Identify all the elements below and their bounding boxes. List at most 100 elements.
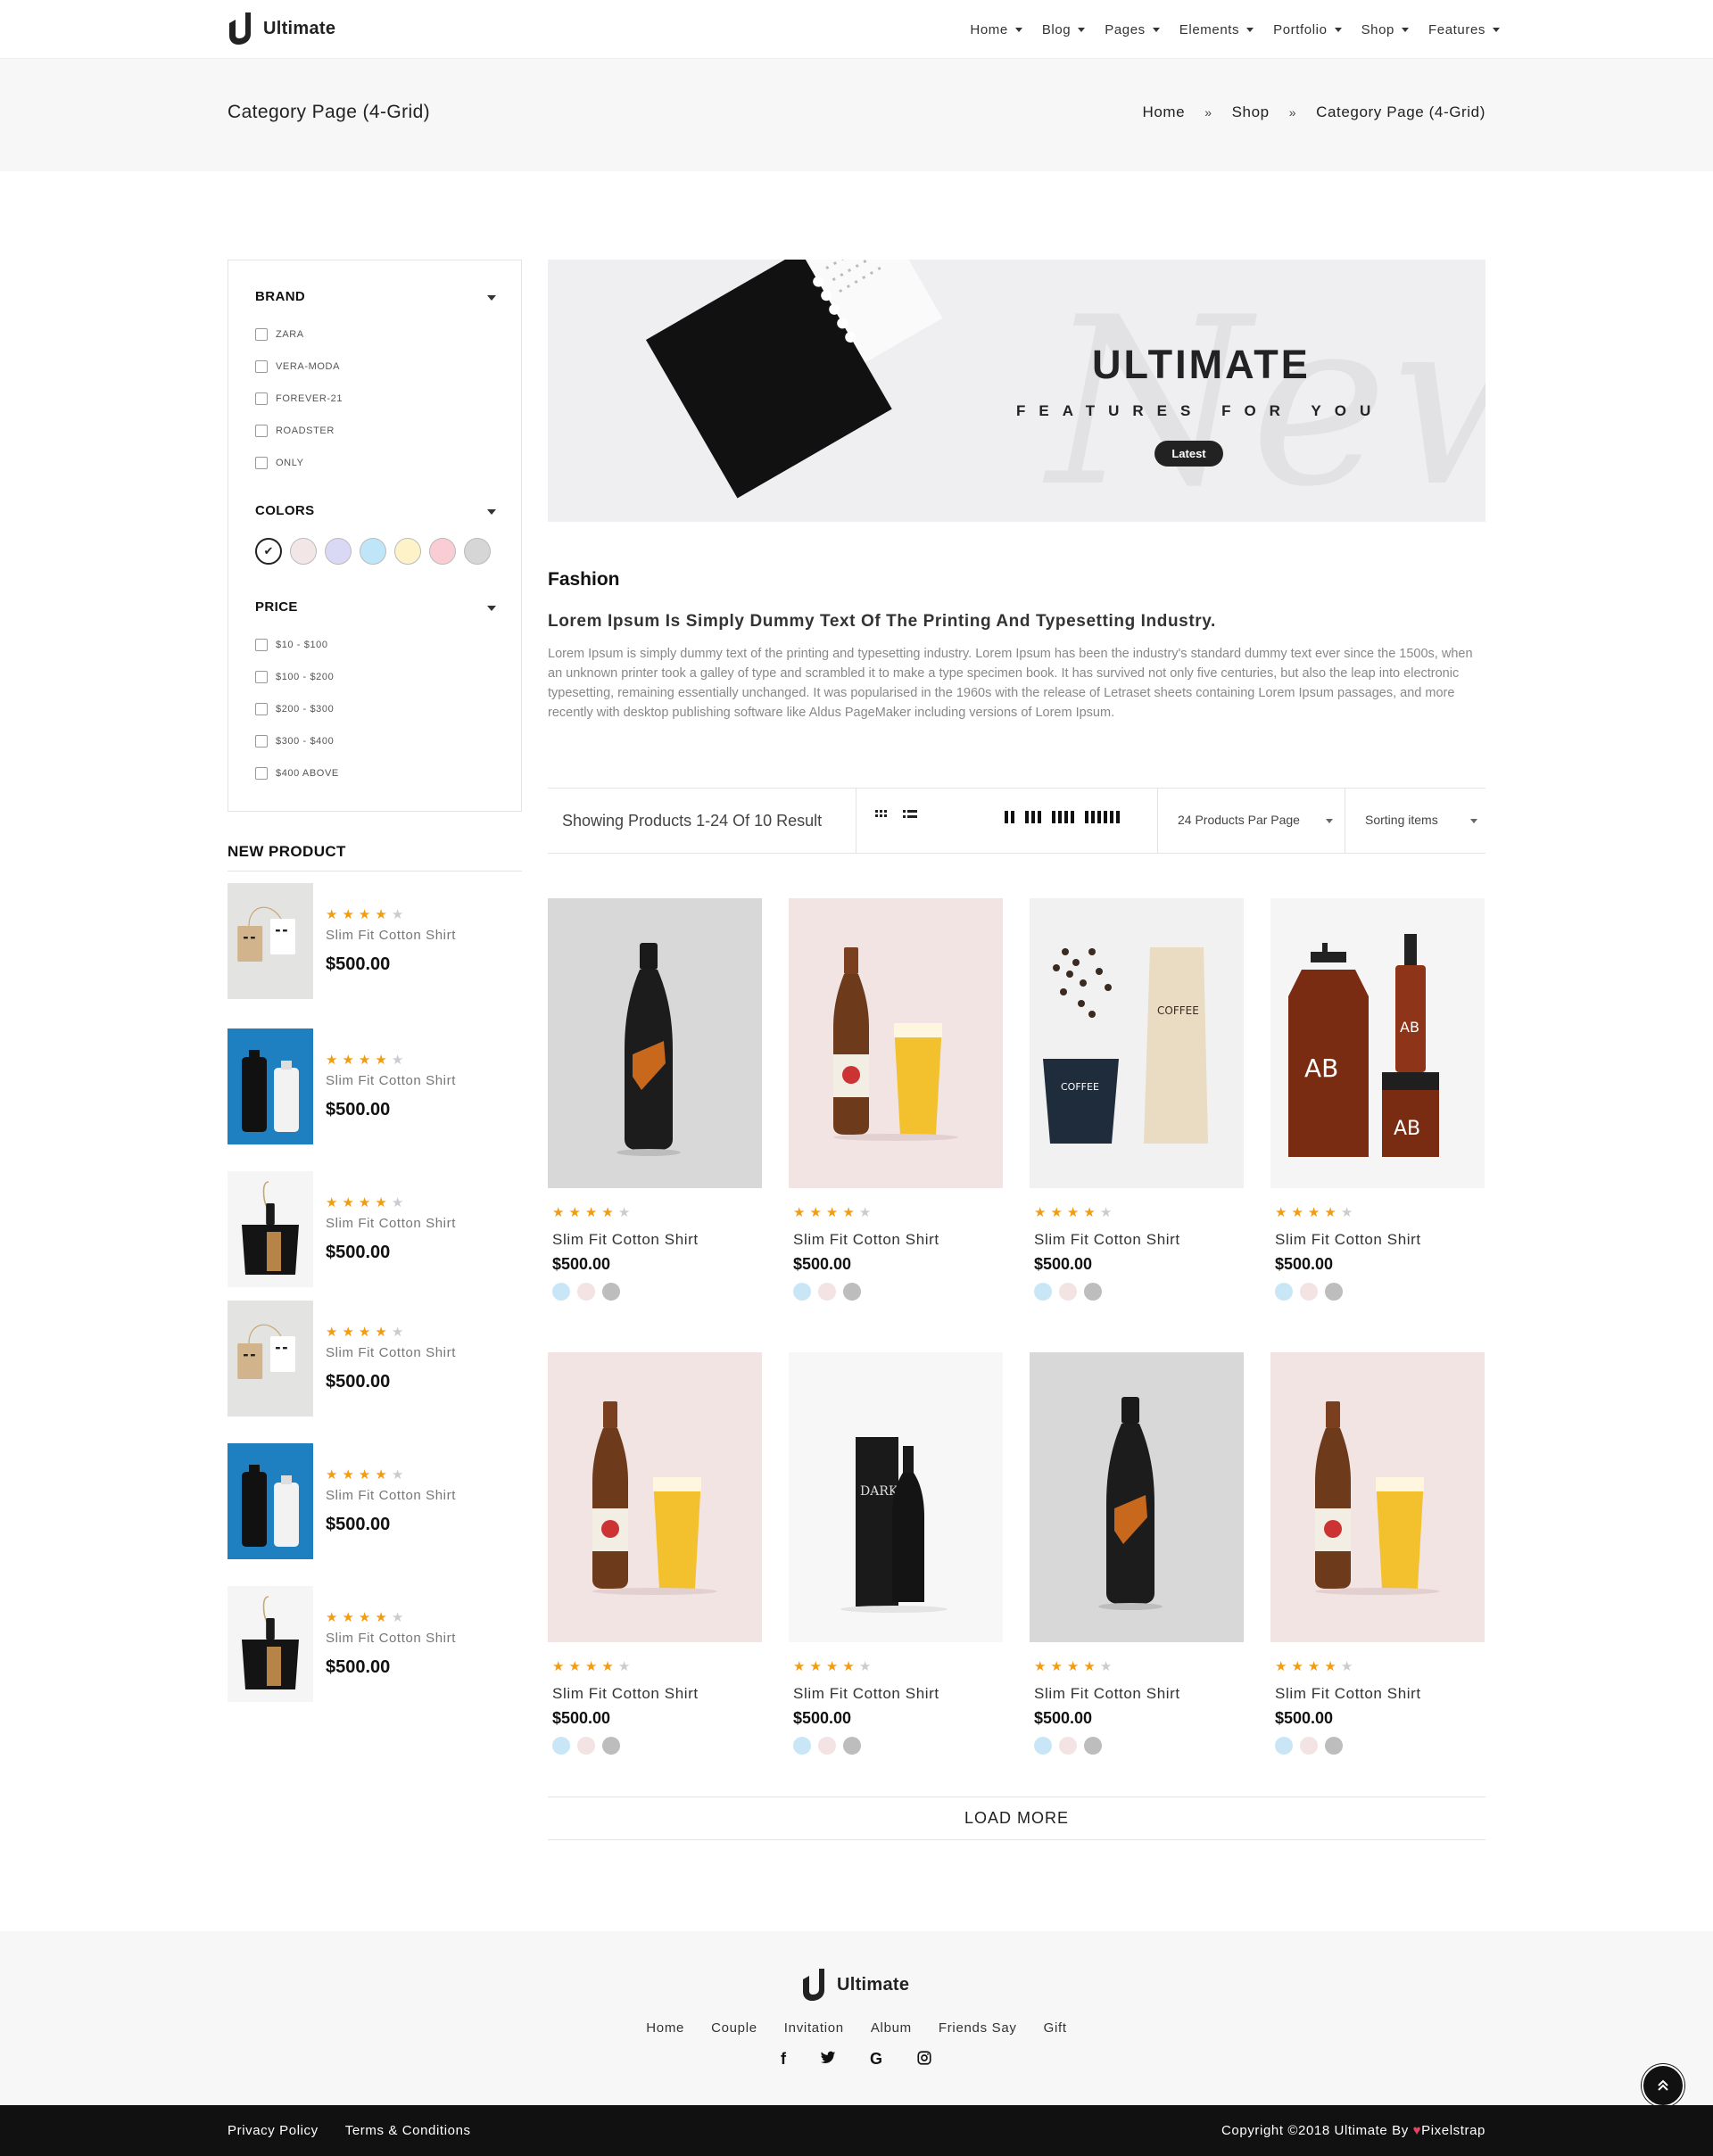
price-option-10-100[interactable]: $10 - $100	[255, 639, 328, 651]
checkbox[interactable]	[255, 703, 268, 715]
product-image[interactable]: DARK	[789, 1352, 1003, 1642]
color-option[interactable]	[1325, 1737, 1343, 1755]
product-card[interactable]: AB AB AB ★★★★★ Slim Fit Cotton Shirt $500.00	[1270, 898, 1485, 1309]
new-product-name[interactable]: Slim Fit Cotton Shirt	[326, 1488, 456, 1503]
footer-logo[interactable]: Ultimate	[801, 1967, 909, 2003]
product-card[interactable]: ★★★★★ Slim Fit Cotton Shirt $500.00	[1270, 1352, 1485, 1763]
caret-down-icon[interactable]	[487, 295, 496, 301]
brand-option-zara[interactable]: ZARA	[255, 328, 304, 341]
scroll-to-top-button[interactable]	[1642, 2064, 1684, 2107]
banner-latest-button[interactable]: Latest	[1154, 441, 1223, 467]
product-name[interactable]: Slim Fit Cotton Shirt	[552, 1231, 699, 1249]
color-option[interactable]	[577, 1737, 595, 1755]
color-option[interactable]	[1034, 1283, 1052, 1301]
nav-home[interactable]: Home	[970, 22, 1022, 37]
product-name[interactable]: Slim Fit Cotton Shirt	[1275, 1685, 1421, 1703]
price-option-300-400[interactable]: $300 - $400	[255, 735, 334, 748]
color-option[interactable]	[1059, 1283, 1077, 1301]
new-product-name[interactable]: Slim Fit Cotton Shirt	[326, 1073, 456, 1088]
brand-option-roadster[interactable]: ROADSTER	[255, 425, 335, 437]
checkbox[interactable]	[255, 735, 268, 748]
nav-blog[interactable]: Blog	[1042, 22, 1086, 37]
price-option-200-300[interactable]: $200 - $300	[255, 703, 334, 715]
new-product-image[interactable]	[228, 1171, 313, 1287]
checkbox[interactable]	[255, 457, 268, 469]
breadcrumb-shop[interactable]: Shop	[1232, 103, 1270, 121]
site-logo[interactable]: Ultimate	[228, 11, 335, 46]
grid-view-icon[interactable]	[875, 810, 888, 822]
nav-portfolio[interactable]: Portfolio	[1273, 22, 1342, 37]
grid-6-icon[interactable]	[1085, 811, 1120, 823]
color-swatch[interactable]	[360, 538, 386, 565]
color-option[interactable]	[1275, 1283, 1293, 1301]
new-product-image[interactable]	[228, 883, 313, 999]
color-option[interactable]	[1084, 1283, 1102, 1301]
color-option[interactable]	[1059, 1737, 1077, 1755]
checkbox[interactable]	[255, 392, 268, 405]
color-option[interactable]	[843, 1283, 861, 1301]
new-product-image[interactable]	[228, 1586, 313, 1702]
new-product-name[interactable]: Slim Fit Cotton Shirt	[326, 1345, 456, 1360]
product-image[interactable]: COFFEE COFFEE	[1030, 898, 1244, 1188]
color-swatch[interactable]	[290, 538, 317, 565]
color-option[interactable]	[602, 1283, 620, 1301]
nav-pages[interactable]: Pages	[1105, 22, 1160, 37]
promo-banner[interactable]: New ULTIMATE FEATURES FOR YOU Latest	[548, 260, 1485, 522]
product-card[interactable]: ★★★★★ Slim Fit Cotton Shirt $500.00	[789, 898, 1003, 1309]
color-option[interactable]	[1084, 1737, 1102, 1755]
color-option[interactable]	[818, 1283, 836, 1301]
product-card[interactable]: ★★★★★ Slim Fit Cotton Shirt $500.00	[1030, 1352, 1244, 1763]
new-product-item[interactable]: ★★★★★ Slim Fit Cotton Shirt $500.00	[228, 1443, 522, 1559]
new-product-image[interactable]	[228, 1301, 313, 1417]
instagram-icon[interactable]	[916, 2050, 932, 2066]
new-product-item[interactable]: ★★★★★ Slim Fit Cotton Shirt $500.00	[228, 1028, 522, 1144]
color-swatch[interactable]	[325, 538, 352, 565]
grid-2-icon[interactable]	[1005, 811, 1014, 823]
color-option[interactable]	[577, 1283, 595, 1301]
color-swatch[interactable]	[464, 538, 491, 565]
footer-link-album[interactable]: Album	[871, 2020, 912, 2036]
color-option[interactable]	[818, 1737, 836, 1755]
caret-down-icon[interactable]	[487, 509, 496, 515]
color-option[interactable]	[602, 1737, 620, 1755]
checkbox[interactable]	[255, 639, 268, 651]
color-option[interactable]	[843, 1737, 861, 1755]
colors-filter-title[interactable]: COLORS	[255, 503, 315, 518]
breadcrumb-home[interactable]: Home	[1142, 103, 1185, 121]
new-product-item[interactable]: ★★★★★ Slim Fit Cotton Shirt $500.00	[228, 1301, 522, 1417]
color-swatch[interactable]	[429, 538, 456, 565]
product-image[interactable]: AB AB AB	[1270, 898, 1485, 1188]
footer-link-home[interactable]: Home	[646, 2020, 684, 2036]
product-name[interactable]: Slim Fit Cotton Shirt	[793, 1685, 939, 1703]
price-option-100-200[interactable]: $100 - $200	[255, 671, 334, 683]
brand-option-only[interactable]: ONLY	[255, 457, 304, 469]
new-product-item[interactable]: ★★★★★ Slim Fit Cotton Shirt $500.00	[228, 1586, 522, 1702]
new-product-image[interactable]	[228, 1443, 313, 1559]
product-card[interactable]: ★★★★★ Slim Fit Cotton Shirt $500.00	[548, 1352, 762, 1763]
color-option[interactable]	[793, 1283, 811, 1301]
color-option[interactable]	[1300, 1283, 1318, 1301]
brand-option-vera-moda[interactable]: VERA-MODA	[255, 360, 340, 373]
sort-select[interactable]: Sorting items	[1365, 813, 1438, 827]
color-swatch[interactable]	[394, 538, 421, 565]
new-product-item[interactable]: ★★★★★ Slim Fit Cotton Shirt $500.00	[228, 1171, 522, 1287]
new-product-item[interactable]: ★★★★★ Slim Fit Cotton Shirt $500.00	[228, 883, 522, 999]
product-name[interactable]: Slim Fit Cotton Shirt	[793, 1231, 939, 1249]
product-name[interactable]: Slim Fit Cotton Shirt	[1034, 1685, 1180, 1703]
color-option[interactable]	[793, 1737, 811, 1755]
color-option[interactable]	[552, 1737, 570, 1755]
product-image[interactable]	[789, 898, 1003, 1188]
checkbox[interactable]	[255, 328, 268, 341]
privacy-policy-link[interactable]: Privacy Policy	[228, 2123, 319, 2138]
new-product-name[interactable]: Slim Fit Cotton Shirt	[326, 1216, 456, 1231]
nav-shop[interactable]: Shop	[1361, 22, 1409, 37]
nav-elements[interactable]: Elements	[1179, 22, 1254, 37]
new-product-name[interactable]: Slim Fit Cotton Shirt	[326, 928, 456, 943]
list-view-icon[interactable]	[903, 810, 917, 822]
product-image[interactable]	[548, 1352, 762, 1642]
footer-link-friends-say[interactable]: Friends Say	[939, 2020, 1017, 2036]
product-image[interactable]	[1030, 1352, 1244, 1642]
checkbox[interactable]	[255, 767, 268, 780]
color-option[interactable]	[552, 1283, 570, 1301]
google-icon[interactable]: G	[870, 2050, 882, 2069]
